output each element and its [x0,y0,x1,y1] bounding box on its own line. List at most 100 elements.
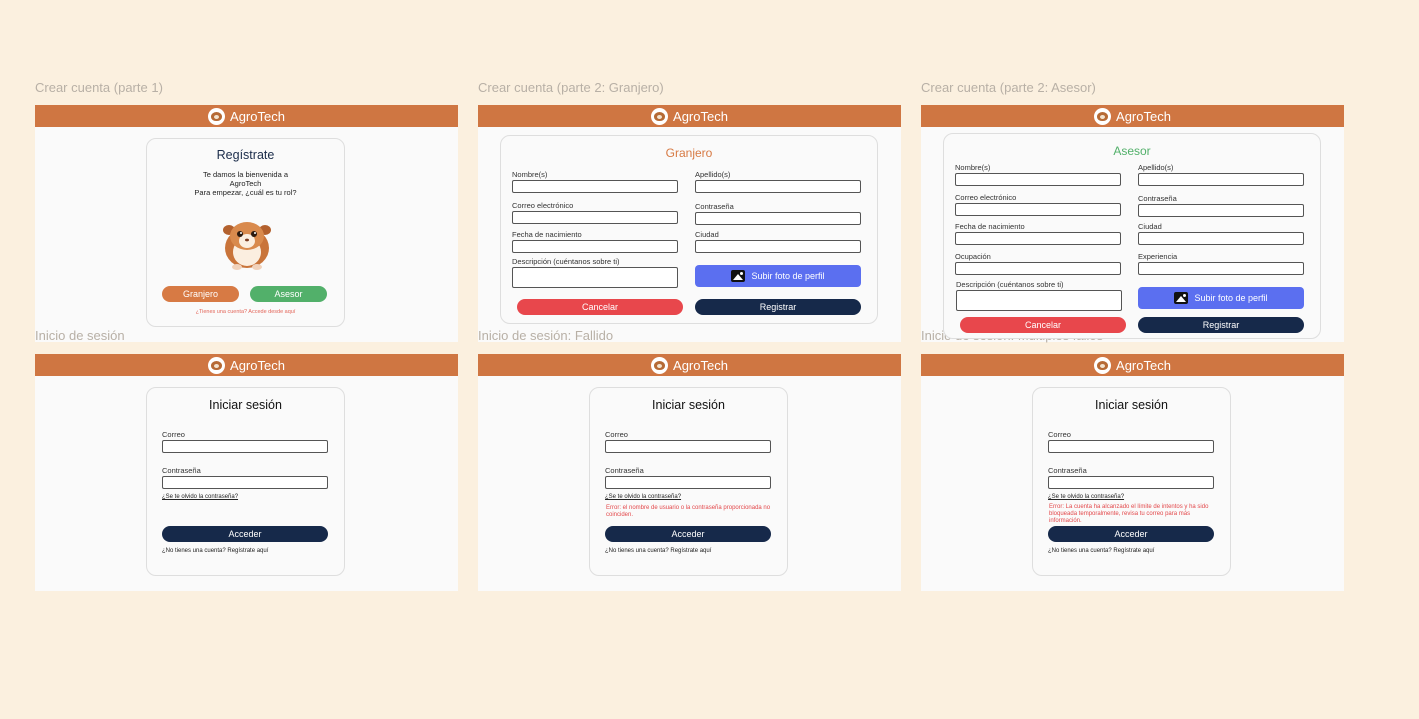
farmer-role-button[interactable]: Granjero [162,286,239,302]
password-field[interactable]: Contraseña [695,202,861,225]
surname-field[interactable]: Apellido(s) [1138,163,1304,186]
frame-label-login: Inicio de sesión [35,328,125,343]
birthdate-input[interactable] [512,240,678,253]
advisor-role-button[interactable]: Asesor [250,286,327,302]
birthdate-input[interactable] [955,232,1121,245]
brand-name: AgroTech [1116,108,1171,124]
experience-input[interactable] [1138,262,1304,275]
email-input[interactable] [605,440,771,453]
register-frame: AgroTech Regístrate Te damos la bienveni… [35,105,458,342]
app-header: AgroTech [921,105,1344,127]
guinea-pig-logo-icon [1094,356,1112,374]
name-input[interactable] [955,173,1121,186]
form-title: Granjero [665,146,713,160]
signup-link[interactable]: ¿No tienes una cuenta? Regístrate aquí [605,548,711,554]
password-field[interactable]: Contraseña [162,466,328,489]
signup-link[interactable]: ¿No tienes una cuenta? Regístrate aquí [1048,548,1154,554]
forgot-password-link[interactable]: ¿Se te olvido la contraseña? [605,494,681,500]
birthdate-field[interactable]: Fecha de nacimiento [512,230,678,253]
guinea-pig-logo-icon [208,356,226,374]
occupation-input[interactable] [955,262,1121,275]
name-field[interactable]: Nombre(s) [512,170,678,193]
image-icon [1174,292,1189,304]
page-title: Regístrate [216,148,275,162]
frame-label-advisor: Crear cuenta (parte 2: Asesor) [921,80,1096,95]
brand-name: AgroTech [673,108,728,124]
guinea-pig-logo-icon [651,107,669,125]
city-field[interactable]: Ciudad [695,230,861,253]
surname-input[interactable] [1138,173,1304,186]
image-icon [731,270,746,282]
password-input[interactable] [695,212,861,225]
email-field[interactable]: Correo electrónico [955,193,1121,216]
email-input[interactable] [162,440,328,453]
login-button[interactable]: Acceder [1048,526,1214,542]
surname-input[interactable] [695,180,861,193]
email-input[interactable] [512,211,678,224]
farmer-form-card: Granjero Nombre(s) Apellido(s) Correo el… [500,135,878,324]
password-field[interactable]: Contraseña [1138,194,1304,217]
password-input[interactable] [1048,476,1214,489]
email-input[interactable] [955,203,1121,216]
brand-name: AgroTech [230,357,285,373]
welcome-text: Te damos la bienvenida a AgroTech [202,170,289,188]
occupation-field[interactable]: Ocupación [955,252,1121,275]
app-header: AgroTech [478,354,901,376]
frame-label-register: Crear cuenta (parte 1) [35,80,163,95]
experience-field[interactable]: Experiencia [1138,252,1304,275]
login-locked-frame: AgroTech Iniciar sesión Correo Contraseñ… [921,354,1344,591]
password-input[interactable] [162,476,328,489]
page-title: Iniciar sesión [652,398,725,412]
cancel-button[interactable]: Cancelar [960,317,1126,333]
role-prompt: Para empezar, ¿cuál es tu rol? [194,188,297,197]
city-field[interactable]: Ciudad [1138,222,1304,245]
email-field[interactable]: Correo [605,430,771,453]
email-field[interactable]: Correo electrónico [512,201,678,224]
guinea-pig-logo-icon [208,107,226,125]
birthdate-field[interactable]: Fecha de nacimiento [955,222,1121,245]
upload-photo-button[interactable]: Subir foto de perfil [695,265,861,287]
login-card: Iniciar sesión Correo Contraseña ¿Se te … [1032,387,1231,576]
forgot-password-link[interactable]: ¿Se te olvido la contraseña? [162,494,238,500]
name-input[interactable] [512,180,678,193]
description-input[interactable] [512,267,678,288]
guinea-pig-logo-icon [1094,107,1112,125]
login-link[interactable]: ¿Tienes una cuenta? Accede desde aquí [147,309,344,315]
description-input[interactable] [956,290,1122,311]
app-header: AgroTech [35,105,458,127]
frame-label-farmer: Crear cuenta (parte 2: Granjero) [478,80,664,95]
description-field[interactable]: Descripción (cuéntanos sobre ti) [512,257,678,288]
cancel-button[interactable]: Cancelar [517,299,683,315]
register-button[interactable]: Registrar [695,299,861,315]
app-header: AgroTech [478,105,901,127]
password-field[interactable]: Contraseña [605,466,771,489]
surname-field[interactable]: Apellido(s) [695,170,861,193]
page-title: Iniciar sesión [1095,398,1168,412]
upload-photo-button[interactable]: Subir foto de perfil [1138,287,1304,309]
register-card: Regístrate Te damos la bienvenida a Agro… [146,138,345,327]
signup-link[interactable]: ¿No tienes una cuenta? Regístrate aquí [162,548,268,554]
farmer-form-frame: AgroTech Granjero Nombre(s) Apellido(s) … [478,105,901,342]
email-input[interactable] [1048,440,1214,453]
form-title: Asesor [1113,144,1151,158]
brand-name: AgroTech [673,357,728,373]
password-input[interactable] [1138,204,1304,217]
password-field[interactable]: Contraseña [1048,466,1214,489]
email-field[interactable]: Correo [162,430,328,453]
city-input[interactable] [1138,232,1304,245]
login-button[interactable]: Acceder [162,526,328,542]
login-card: Iniciar sesión Correo Contraseña ¿Se te … [589,387,788,576]
login-button[interactable]: Acceder [605,526,771,542]
description-field[interactable]: Descripción (cuéntanos sobre ti) [956,280,1122,311]
error-message: Error: La cuenta ha alcanzado el límite … [1049,504,1209,524]
app-header: AgroTech [921,354,1344,376]
forgot-password-link[interactable]: ¿Se te olvido la contraseña? [1048,494,1124,500]
password-input[interactable] [605,476,771,489]
register-button[interactable]: Registrar [1138,317,1304,333]
guinea-pig-mascot-icon [223,222,271,270]
frame-label-login-failed: Inicio de sesión: Fallido [478,328,614,343]
email-field[interactable]: Correo [1048,430,1214,453]
name-field[interactable]: Nombre(s) [955,163,1121,186]
page-title: Iniciar sesión [209,398,282,412]
city-input[interactable] [695,240,861,253]
